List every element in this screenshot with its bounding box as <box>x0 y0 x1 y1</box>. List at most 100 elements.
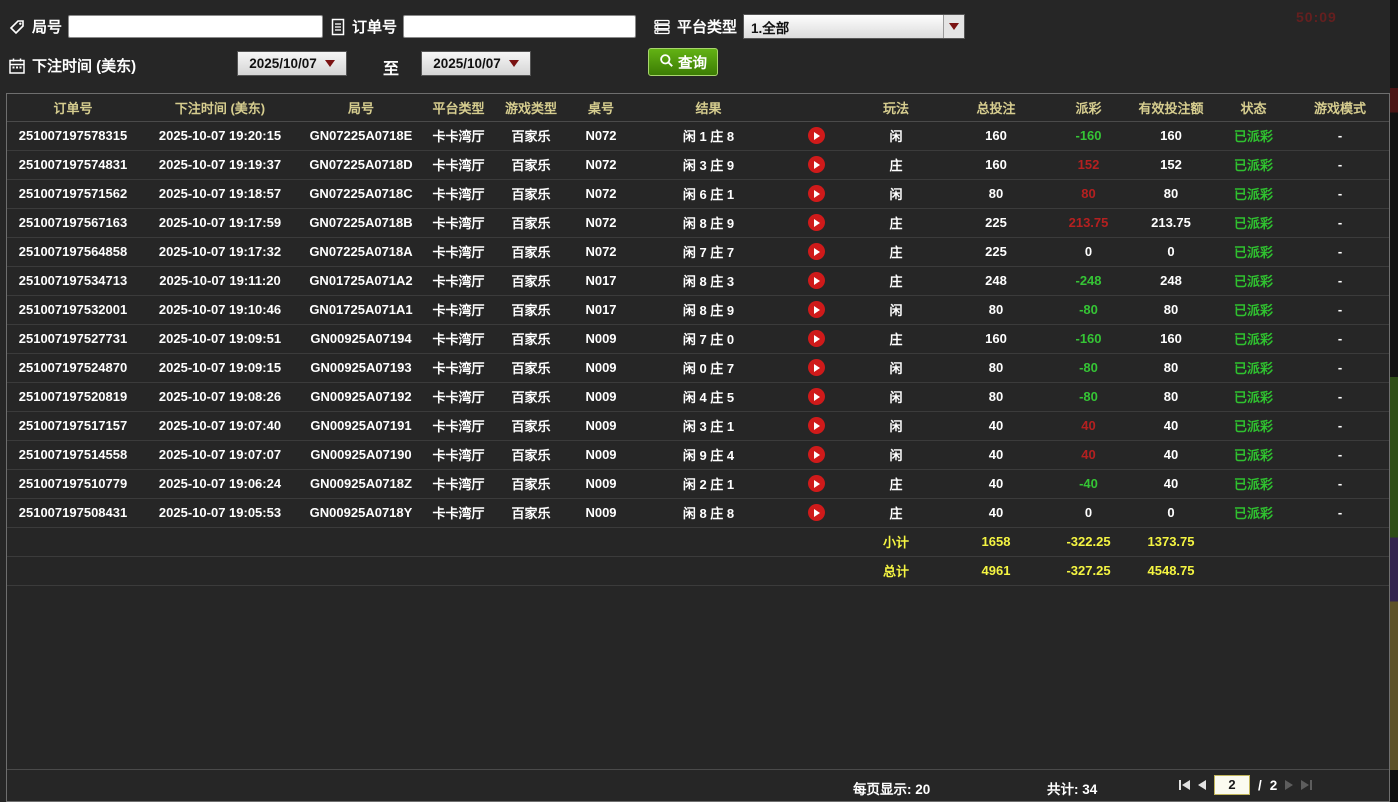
date-to-select[interactable]: 2025/10/07 <box>421 51 531 76</box>
cell-platform-type: 卡卡湾厅 <box>421 208 496 237</box>
cell-order-number: 251007197534713 <box>7 266 139 295</box>
cell-game-type: 百家乐 <box>496 179 566 208</box>
first-page-icon[interactable] <box>1179 780 1190 790</box>
col-header-order-number: 订单号 <box>7 94 139 121</box>
play-video-icon[interactable] <box>808 272 825 289</box>
cell-platform-type: 卡卡湾厅 <box>421 266 496 295</box>
current-page-input[interactable]: 2 <box>1214 775 1250 795</box>
total-count-label: 共计: 34 <box>1047 778 1097 798</box>
cell-video <box>781 237 851 266</box>
play-video-icon[interactable] <box>808 127 825 144</box>
cell-game-type: 百家乐 <box>496 440 566 469</box>
play-video-icon[interactable] <box>808 359 825 376</box>
cell-valid-bet: 213.75 <box>1126 208 1216 237</box>
cell-order-number: 251007197578315 <box>7 121 139 150</box>
cell-status: 已派彩 <box>1216 324 1291 353</box>
cell-total-bet: 248 <box>941 266 1051 295</box>
cell-table-number: N072 <box>566 150 636 179</box>
cell-play-method: 庄 <box>851 208 941 237</box>
cell-platform-type: 卡卡湾厅 <box>421 382 496 411</box>
subtotal-valid-bet: 1373.75 <box>1126 527 1216 556</box>
platform-type-icon <box>653 18 671 36</box>
cell-result: 闲 4 庄 5 <box>636 382 781 411</box>
cell-total-bet: 80 <box>941 382 1051 411</box>
cell-table-number: N072 <box>566 179 636 208</box>
cell-round-number: GN07225A0718C <box>301 179 421 208</box>
cell-play-method: 庄 <box>851 498 941 527</box>
cell-play-method: 闲 <box>851 382 941 411</box>
date-from-select[interactable]: 2025/10/07 <box>237 51 347 76</box>
cell-payout: -160 <box>1051 121 1126 150</box>
cell-game-type: 百家乐 <box>496 295 566 324</box>
cell-table-number: N009 <box>566 411 636 440</box>
cell-total-bet: 160 <box>941 150 1051 179</box>
cell-round-number: GN00925A07190 <box>301 440 421 469</box>
cell-table-number: N009 <box>566 440 636 469</box>
platform-type-select[interactable]: 1.全部 <box>743 14 965 39</box>
cell-bet-time: 2025-10-07 19:20:15 <box>139 121 301 150</box>
cell-order-number: 251007197508431 <box>7 498 139 527</box>
cell-order-number: 251007197524870 <box>7 353 139 382</box>
table-body: 251007197578315 2025-10-07 19:20:15 GN07… <box>7 121 1389 527</box>
cell-total-bet: 225 <box>941 237 1051 266</box>
play-video-icon[interactable] <box>808 185 825 202</box>
cell-bet-time: 2025-10-07 19:09:51 <box>139 324 301 353</box>
records-table-container: 订单号 下注时间 (美东) 局号 平台类型 游戏类型 桌号 结果 玩法 总投注 … <box>6 93 1390 802</box>
play-video-icon[interactable] <box>808 243 825 260</box>
cell-game-type: 百家乐 <box>496 266 566 295</box>
cell-game-mode: - <box>1291 208 1389 237</box>
grand-total-total-bet: 4961 <box>941 556 1051 585</box>
play-video-icon[interactable] <box>808 214 825 231</box>
cell-platform-type: 卡卡湾厅 <box>421 353 496 382</box>
cell-video <box>781 121 851 150</box>
play-video-icon[interactable] <box>808 301 825 318</box>
empty-table-area <box>7 586 1389 770</box>
play-video-icon[interactable] <box>808 446 825 463</box>
subtotal-spacer <box>7 527 851 556</box>
table-row: 251007197571562 2025-10-07 19:18:57 GN07… <box>7 179 1389 208</box>
round-number-input[interactable] <box>68 15 323 38</box>
cell-game-mode: - <box>1291 324 1389 353</box>
col-header-total-bet: 总投注 <box>941 94 1051 121</box>
cell-video <box>781 179 851 208</box>
order-number-filter: 订单号 <box>330 15 636 38</box>
cell-status: 已派彩 <box>1216 237 1291 266</box>
cell-table-number: N009 <box>566 498 636 527</box>
cell-platform-type: 卡卡湾厅 <box>421 121 496 150</box>
next-page-icon[interactable] <box>1285 780 1293 790</box>
table-row: 251007197574831 2025-10-07 19:19:37 GN07… <box>7 150 1389 179</box>
cell-valid-bet: 40 <box>1126 411 1216 440</box>
bet-time-label: 下注时间 (美东) <box>32 55 136 76</box>
cell-platform-type: 卡卡湾厅 <box>421 150 496 179</box>
play-video-icon[interactable] <box>808 504 825 521</box>
play-video-icon[interactable] <box>808 388 825 405</box>
cell-round-number: GN00925A0718Z <box>301 469 421 498</box>
cell-status: 已派彩 <box>1216 498 1291 527</box>
cell-order-number: 251007197510779 <box>7 469 139 498</box>
cell-play-method: 庄 <box>851 150 941 179</box>
subtotal-row: 小计 1658 -322.25 1373.75 <box>7 527 1389 556</box>
play-video-icon[interactable] <box>808 156 825 173</box>
col-header-video <box>781 94 851 121</box>
play-video-icon[interactable] <box>808 330 825 347</box>
last-page-icon[interactable] <box>1301 780 1312 790</box>
subtotal-label: 小计 <box>851 527 941 556</box>
cell-round-number: GN01725A071A1 <box>301 295 421 324</box>
cell-video <box>781 324 851 353</box>
cell-order-number: 251007197574831 <box>7 150 139 179</box>
play-video-icon[interactable] <box>808 475 825 492</box>
date-to-value: 2025/10/07 <box>433 56 501 71</box>
play-video-icon[interactable] <box>808 417 825 434</box>
cell-total-bet: 80 <box>941 179 1051 208</box>
cell-result: 闲 9 庄 4 <box>636 440 781 469</box>
order-number-input[interactable] <box>403 15 636 38</box>
cell-status: 已派彩 <box>1216 208 1291 237</box>
query-button[interactable]: 查询 <box>648 48 718 76</box>
cell-total-bet: 40 <box>941 440 1051 469</box>
bet-time-filter: 下注时间 (美东) <box>8 55 136 76</box>
cell-payout: 213.75 <box>1051 208 1126 237</box>
cell-game-mode: - <box>1291 179 1389 208</box>
prev-page-icon[interactable] <box>1198 780 1206 790</box>
cell-status: 已派彩 <box>1216 179 1291 208</box>
cell-table-number: N009 <box>566 324 636 353</box>
